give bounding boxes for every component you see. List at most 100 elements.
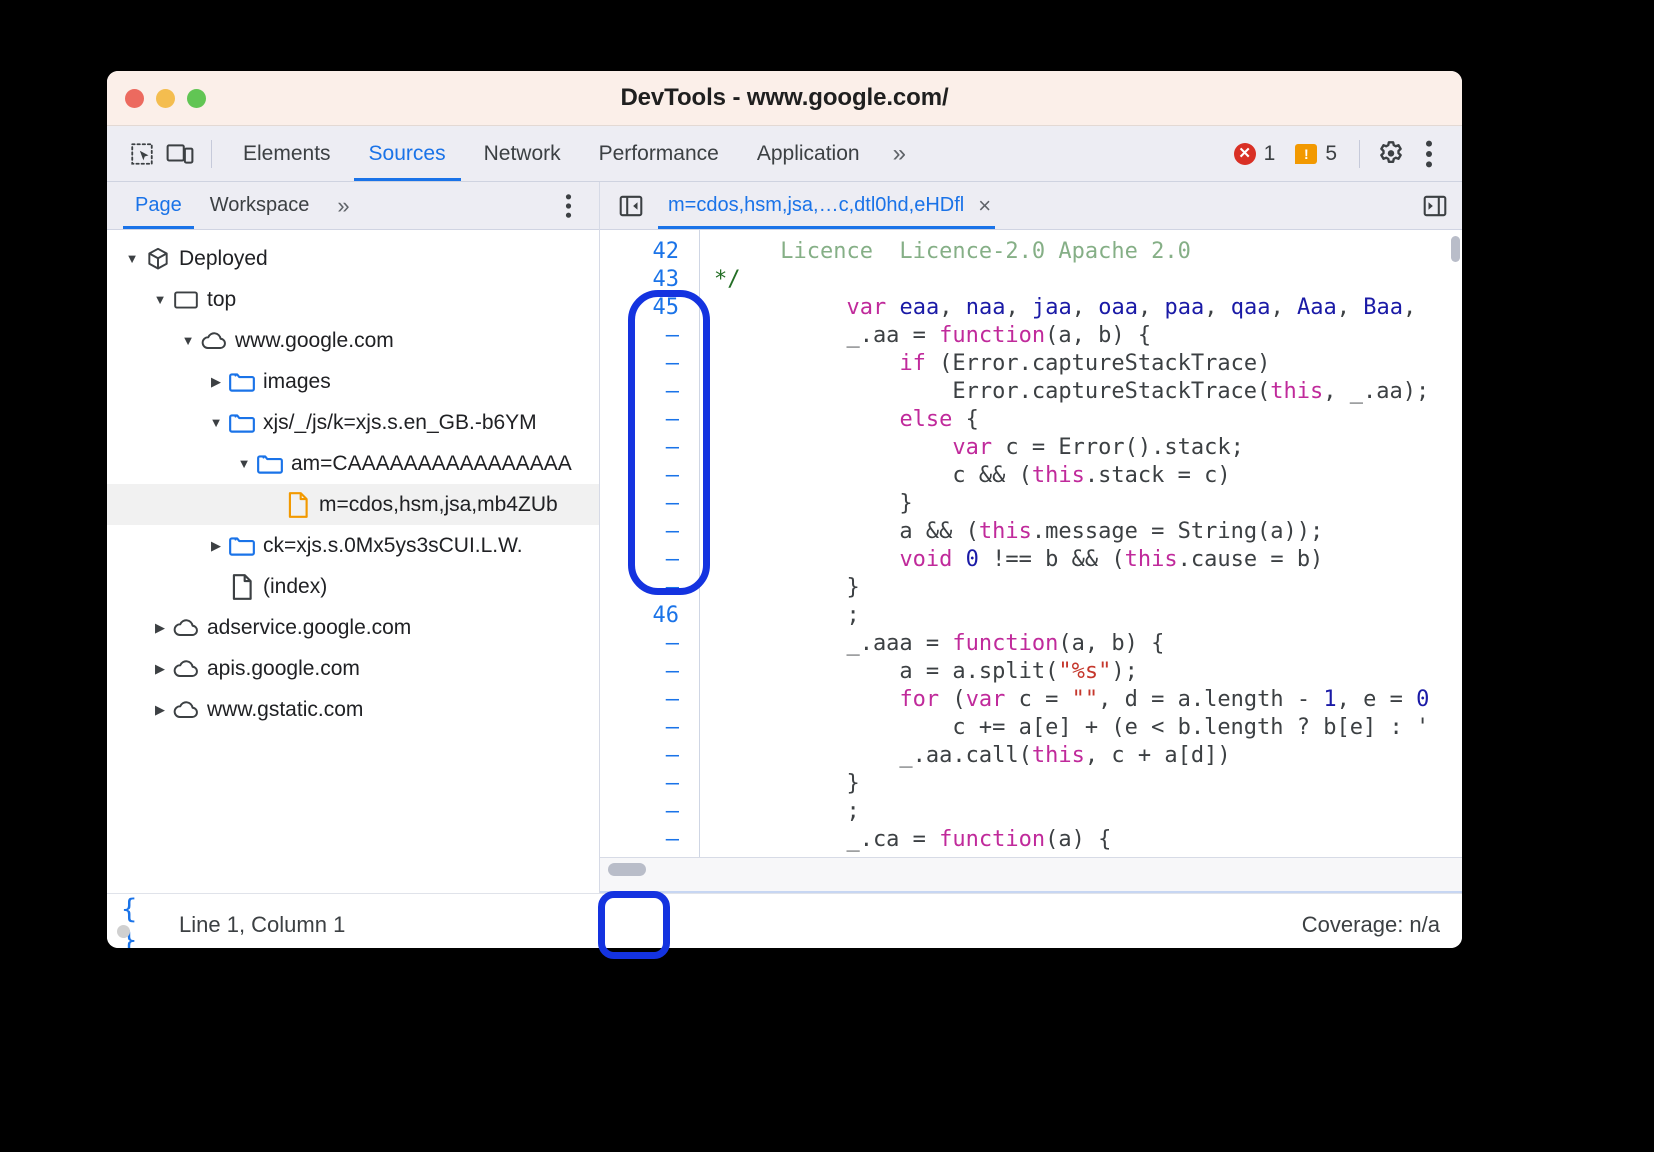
tab-performance[interactable]: Performance xyxy=(580,126,738,181)
code-line[interactable]: ; xyxy=(714,798,1462,826)
tree-item-label: am=CAAAAAAAAAAAAAAAA xyxy=(291,452,572,476)
code-line[interactable]: _.aa.call(this, c + a[d]) xyxy=(714,742,1462,770)
chevron-down-icon[interactable]: ▼ xyxy=(177,333,199,348)
line-number[interactable]: 42 xyxy=(600,238,699,266)
line-number[interactable]: 45 xyxy=(600,294,699,322)
navigator-kebab-menu-icon[interactable] xyxy=(551,189,585,223)
tree-item[interactable]: ▼Deployed xyxy=(107,238,599,279)
line-number[interactable]: – xyxy=(600,630,699,658)
line-number[interactable]: – xyxy=(600,574,699,602)
open-file-tab[interactable]: m=cdos,hsm,jsa,…c,dtl0hd,eHDfl × xyxy=(648,182,999,229)
warning-counter[interactable]: ! 5 xyxy=(1285,142,1347,166)
toggle-navigator-icon[interactable] xyxy=(614,189,648,223)
chevron-right-icon[interactable]: ▶ xyxy=(205,374,227,390)
code-line[interactable]: a && (this.message = String(a)); xyxy=(714,518,1462,546)
tree-item[interactable]: ▼ am=CAAAAAAAAAAAAAAAA xyxy=(107,443,599,484)
resize-handle[interactable] xyxy=(117,925,130,938)
line-number[interactable]: – xyxy=(600,714,699,742)
chevron-down-icon[interactable]: ▼ xyxy=(205,415,227,430)
tab-network[interactable]: Network xyxy=(465,126,580,181)
line-number[interactable]: – xyxy=(600,350,699,378)
pretty-print-button[interactable]: { } xyxy=(121,905,167,945)
tab-application[interactable]: Application xyxy=(738,126,879,181)
line-number[interactable]: – xyxy=(600,546,699,574)
code-line[interactable]: for (var c = "", d = a.length - 1, e = 0 xyxy=(714,686,1462,714)
code-line[interactable]: */ xyxy=(714,266,1462,294)
line-number[interactable]: – xyxy=(600,490,699,518)
code-editor[interactable]: 424345––––––––––46––––––––– Licence Lice… xyxy=(600,230,1462,857)
navtab-workspace[interactable]: Workspace xyxy=(196,182,324,229)
code-line[interactable]: } xyxy=(714,574,1462,602)
chevron-right-icon[interactable]: ▶ xyxy=(205,538,227,554)
chevron-right-icon[interactable]: ▶ xyxy=(149,620,171,636)
line-number[interactable]: – xyxy=(600,518,699,546)
tab-elements[interactable]: Elements xyxy=(224,126,350,181)
code-line[interactable]: _.ca = function(a) { xyxy=(714,826,1462,854)
toolbar-divider-right xyxy=(1359,140,1360,168)
line-number[interactable]: – xyxy=(600,322,699,350)
code-line[interactable]: c && (this.stack = c) xyxy=(714,462,1462,490)
vertical-scrollbar[interactable] xyxy=(1451,236,1460,262)
line-number[interactable]: – xyxy=(600,462,699,490)
code-line[interactable]: void 0 !== b && (this.cause = b) xyxy=(714,546,1462,574)
line-number[interactable]: – xyxy=(600,742,699,770)
tree-item[interactable]: ▶www.gstatic.com xyxy=(107,689,599,730)
line-number[interactable]: – xyxy=(600,658,699,686)
tree-item[interactable]: ▶ck=xjs.s.0Mx5ys3sCUI.L.W. xyxy=(107,525,599,566)
tree-item[interactable]: ▶adservice.google.com xyxy=(107,607,599,648)
file-tree[interactable]: ▼Deployed▼top▼www.google.com▶images▼xjs/… xyxy=(107,230,599,893)
code-line[interactable]: _.aa = function(a, b) { xyxy=(714,322,1462,350)
code-line[interactable]: var eaa, naa, jaa, oaa, paa, qaa, Aaa, B… xyxy=(714,294,1462,322)
navigator-more-chevron-icon[interactable]: » xyxy=(323,182,363,229)
tab-sources[interactable]: Sources xyxy=(350,126,465,181)
tree-item[interactable]: ▼xjs/_/js/k=xjs.s.en_GB.-b6YM xyxy=(107,402,599,443)
gear-icon[interactable] xyxy=(1372,135,1410,173)
tree-item[interactable]: ▶images xyxy=(107,361,599,402)
line-number[interactable]: – xyxy=(600,378,699,406)
device-toolbar-icon[interactable] xyxy=(161,135,199,173)
tree-item[interactable]: ▼top xyxy=(107,279,599,320)
code-line[interactable]: } xyxy=(714,770,1462,798)
chevron-right-icon[interactable]: ▶ xyxy=(149,661,171,677)
close-icon[interactable]: × xyxy=(978,195,991,217)
tree-item-label: apis.google.com xyxy=(207,657,360,681)
tree-item[interactable]: ▶ apis.google.com xyxy=(107,648,599,689)
code-line[interactable]: else { xyxy=(714,406,1462,434)
line-number[interactable]: 43 xyxy=(600,266,699,294)
code-line[interactable]: a = a.split("%s"); xyxy=(714,658,1462,686)
chevron-down-icon[interactable]: ▼ xyxy=(233,456,255,471)
code-line[interactable]: Error.captureStackTrace(this, _.aa); xyxy=(714,378,1462,406)
toggle-debugger-icon[interactable] xyxy=(1418,189,1452,223)
line-number[interactable]: – xyxy=(600,686,699,714)
tree-item[interactable]: ▼www.google.com xyxy=(107,320,599,361)
code-content[interactable]: Licence Licence-2.0 Apache 2.0*/ var eaa… xyxy=(700,230,1462,857)
inspect-element-icon[interactable] xyxy=(123,135,161,173)
code-line[interactable]: ; xyxy=(714,602,1462,630)
chevron-down-icon[interactable]: ▼ xyxy=(149,292,171,307)
error-count-label: 1 xyxy=(1264,142,1276,166)
line-number[interactable]: – xyxy=(600,770,699,798)
horizontal-scrollbar[interactable] xyxy=(608,863,646,876)
line-number[interactable]: – xyxy=(600,798,699,826)
more-panels-chevron-icon[interactable]: » xyxy=(879,126,920,181)
code-line[interactable]: } xyxy=(714,490,1462,518)
kebab-menu-icon[interactable] xyxy=(1410,135,1448,173)
tree-item[interactable]: ▶(index) xyxy=(107,566,599,607)
chevron-right-icon[interactable]: ▶ xyxy=(149,702,171,718)
line-number[interactable]: – xyxy=(600,406,699,434)
error-counter[interactable]: ✕ 1 xyxy=(1224,142,1286,166)
code-line[interactable]: var c = Error().stack; xyxy=(714,434,1462,462)
line-number[interactable]: – xyxy=(600,434,699,462)
tree-item[interactable]: ▶m=cdos,hsm,jsa,mb4ZUb xyxy=(107,484,599,525)
chevron-down-icon[interactable]: ▼ xyxy=(121,251,143,266)
line-number[interactable]: – xyxy=(600,826,699,854)
devtools-content: Page Workspace » ▼Deployed▼top▼www.googl… xyxy=(107,182,1462,893)
line-number[interactable]: 46 xyxy=(600,602,699,630)
code-line[interactable]: Licence Licence-2.0 Apache 2.0 xyxy=(714,238,1462,266)
toolbar-right-group: ✕ 1 ! 5 xyxy=(1224,135,1448,173)
code-line[interactable]: c += a[e] + (e < b.length ? b[e] : ' xyxy=(714,714,1462,742)
navtab-page[interactable]: Page xyxy=(121,182,196,229)
code-line[interactable]: if (Error.captureStackTrace) xyxy=(714,350,1462,378)
line-number-gutter[interactable]: 424345––––––––––46––––––––– xyxy=(600,230,700,857)
code-line[interactable]: _.aaa = function(a, b) { xyxy=(714,630,1462,658)
